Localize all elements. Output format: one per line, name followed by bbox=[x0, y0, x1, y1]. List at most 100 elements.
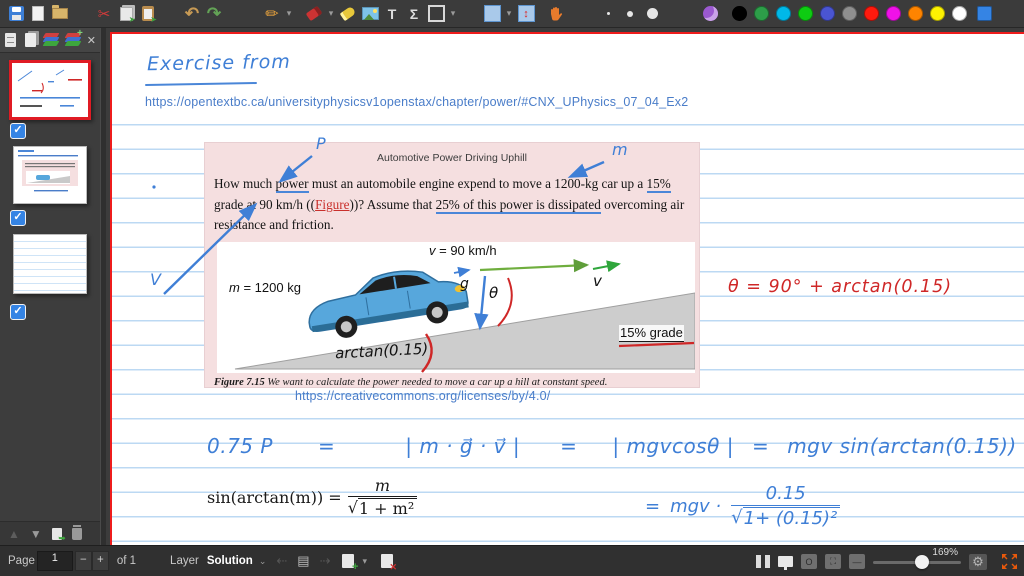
p-arrow bbox=[278, 155, 313, 183]
power-eq-lhs: 0.75 P bbox=[207, 434, 273, 458]
final-equation: = mgv · 0.15 √ 1+ (0.15)² bbox=[645, 483, 841, 530]
sqrt-sign: √ bbox=[731, 507, 743, 529]
copy-icon[interactable] bbox=[116, 4, 136, 24]
eraser-options-dropdown-icon[interactable]: ▾ bbox=[326, 4, 336, 24]
layer-visibility-checkbox-solution[interactable]: ✓ bbox=[10, 123, 26, 139]
add-page-icon[interactable] bbox=[342, 554, 358, 573]
stray-dot bbox=[152, 185, 156, 189]
gray-color-swatch[interactable] bbox=[842, 6, 857, 21]
color-picker-icon[interactable] bbox=[974, 4, 994, 24]
sidebar-tabs: ✕ bbox=[0, 28, 100, 53]
zoom-percentage-label: 169% bbox=[932, 547, 958, 558]
layer-label: Layer bbox=[170, 555, 199, 567]
m-arrow bbox=[567, 160, 605, 178]
power-eq-abs2: | mgvcosθ | bbox=[612, 434, 734, 458]
m-annotation-label: m bbox=[612, 140, 628, 159]
thickness-medium-icon[interactable] bbox=[620, 4, 640, 24]
sqrt-sign: √ bbox=[347, 498, 358, 518]
fullscreen-icon[interactable] bbox=[1001, 553, 1018, 570]
red-color-swatch[interactable] bbox=[864, 6, 879, 21]
open-file-icon[interactable] bbox=[50, 4, 70, 24]
notebook-page[interactable]: Exercise from https://opentextbc.ca/univ… bbox=[110, 32, 1024, 545]
magenta-color-swatch[interactable] bbox=[886, 6, 901, 21]
move-layer-up-icon[interactable]: ▲ bbox=[8, 527, 20, 541]
zoom-out-button[interactable]: — bbox=[849, 554, 865, 569]
hand-tool-icon[interactable] bbox=[546, 4, 566, 24]
final-radicand: 1+ (0.15)² bbox=[742, 507, 841, 530]
zoom-original-button[interactable]: O bbox=[801, 554, 817, 569]
eraser-tool-icon[interactable] bbox=[304, 4, 324, 24]
next-layer-icon[interactable]: ⇢ bbox=[320, 553, 331, 569]
undo-icon[interactable]: ↶ bbox=[182, 4, 202, 24]
zoom-settings-icon[interactable]: ⚙ bbox=[969, 553, 987, 570]
custom-color-swatch bbox=[976, 6, 992, 21]
layer-thumbnail-solution[interactable] bbox=[9, 60, 91, 120]
thickness-fine-icon[interactable] bbox=[598, 4, 618, 24]
pen-options-dropdown-icon[interactable]: ▾ bbox=[284, 4, 294, 24]
delete-page-icon[interactable] bbox=[381, 554, 397, 573]
orange-color-swatch[interactable] bbox=[908, 6, 923, 21]
final-numerator: 0.15 bbox=[765, 483, 806, 504]
color-palette bbox=[732, 6, 967, 21]
goto-page-icon[interactable]: ▤ bbox=[297, 553, 309, 569]
redo-icon[interactable]: ↷ bbox=[204, 4, 224, 24]
copy-layer-icon[interactable] bbox=[51, 527, 66, 544]
paste-icon[interactable] bbox=[138, 4, 158, 24]
shapes-dropdown-icon[interactable]: ▾ bbox=[448, 4, 458, 24]
layer-visibility-checkbox-background[interactable]: ✓ bbox=[10, 304, 26, 320]
shape-recognizer-icon[interactable] bbox=[700, 4, 720, 24]
main-toolbar: ✂ ↶ ↷ ✏ ▾ ▾ T Σ ▾ ▾ ↕ bbox=[0, 0, 1024, 28]
insert-image-icon[interactable] bbox=[360, 4, 380, 24]
power-equation: 0.75 P = | m · g⃗ · v⃗ | = | mgvcosθ | = mgv s… bbox=[207, 434, 1017, 458]
layer-thumbnail-background[interactable] bbox=[13, 234, 87, 294]
layer-thumbnail-exercise[interactable] bbox=[13, 146, 87, 204]
delete-layer-icon[interactable] bbox=[71, 524, 82, 540]
previous-layer-icon[interactable]: ⇠ bbox=[276, 553, 287, 569]
new-document-icon[interactable] bbox=[28, 4, 48, 24]
zoom-fit-button[interactable]: ⛶ bbox=[825, 554, 841, 569]
select-dropdown-icon[interactable]: ▾ bbox=[504, 4, 514, 24]
v-arrow bbox=[163, 202, 258, 295]
move-layer-down-icon[interactable]: ▼ bbox=[30, 527, 42, 541]
black-color-swatch[interactable] bbox=[732, 6, 747, 21]
document-canvas[interactable]: Exercise from https://opentextbc.ca/univ… bbox=[106, 28, 1024, 545]
layer-preview-tab-icon[interactable] bbox=[42, 31, 60, 49]
thickness-thick-icon[interactable] bbox=[642, 4, 662, 24]
contents-tab-icon[interactable] bbox=[4, 31, 17, 49]
sidebar-close-icon[interactable]: ✕ bbox=[87, 34, 96, 47]
green-color-swatch[interactable] bbox=[754, 6, 769, 21]
cut-icon[interactable]: ✂ bbox=[94, 4, 114, 24]
latex-radicand: 1 + m² bbox=[357, 498, 418, 518]
pen-tool-icon[interactable]: ✏ bbox=[262, 4, 282, 24]
page-increment-button[interactable]: + bbox=[91, 551, 109, 571]
presentation-mode-icon[interactable] bbox=[778, 556, 793, 570]
yellow-color-swatch[interactable] bbox=[930, 6, 945, 21]
layer-select[interactable]: Solution bbox=[207, 555, 253, 567]
shapes-tool-icon[interactable] bbox=[426, 4, 446, 24]
layer-visibility-checkbox-exercise[interactable]: ✓ bbox=[10, 210, 26, 226]
zoom-slider-knob[interactable] bbox=[915, 554, 929, 569]
statusbar-right-cluster: O ⛶ — ⚙ bbox=[756, 546, 1018, 576]
xournalpp-window: ✂ ↶ ↷ ✏ ▾ ▾ T Σ ▾ ▾ ↕ bbox=[0, 0, 1024, 576]
exercise-layer-preview bbox=[18, 150, 78, 192]
add-page-dropdown-icon[interactable]: ▾ bbox=[362, 556, 367, 567]
page-decrement-button[interactable]: − bbox=[74, 551, 92, 571]
vertical-space-tool-icon[interactable]: ↕ bbox=[516, 4, 536, 24]
highlighter-tool-icon[interactable] bbox=[338, 4, 358, 24]
layer-preview-sidebar: ✕ ✓ bbox=[0, 28, 100, 545]
math-tex-tool-icon[interactable]: Σ bbox=[404, 4, 424, 24]
layerstack-preview-tab-icon[interactable] bbox=[64, 28, 83, 49]
theta-equation: θ = 90° + arctan(0.15) bbox=[728, 277, 953, 297]
page-preview-tab-icon[interactable] bbox=[23, 31, 36, 49]
cyan-color-swatch[interactable] bbox=[776, 6, 791, 21]
bright-green-color-swatch[interactable] bbox=[798, 6, 813, 21]
save-icon[interactable] bbox=[6, 4, 26, 24]
final-fraction: 0.15 √ 1+ (0.15)² bbox=[731, 483, 841, 530]
select-rectangle-icon[interactable] bbox=[482, 4, 502, 24]
page-number-input[interactable]: 1 bbox=[36, 551, 73, 571]
white-color-swatch[interactable] bbox=[952, 6, 967, 21]
text-tool-icon[interactable]: T bbox=[382, 4, 402, 24]
dual-page-view-icon[interactable] bbox=[756, 555, 770, 568]
layer-dropdown-icon[interactable]: ⌄ bbox=[259, 556, 267, 567]
blue-color-swatch[interactable] bbox=[820, 6, 835, 21]
